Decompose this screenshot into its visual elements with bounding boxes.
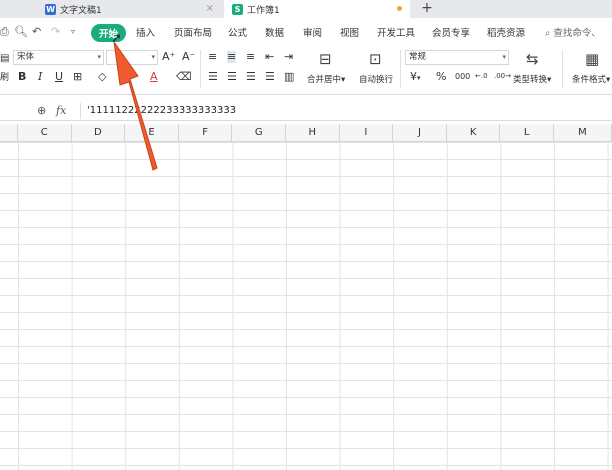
decrease-decimal-icon[interactable]: .00→ (494, 70, 511, 82)
borders-icon[interactable]: ⊞ (73, 71, 82, 83)
menu-data[interactable]: 数据 (265, 25, 284, 39)
decrease-font-icon[interactable]: A⁻ (182, 51, 195, 63)
menu-review[interactable]: 审阅 (303, 25, 322, 39)
column-header-m[interactable]: M (554, 124, 612, 142)
align-bottom-icon[interactable]: ≡ (246, 51, 255, 63)
ribbon-divider (200, 50, 201, 88)
column-header-l[interactable]: L (500, 124, 554, 142)
currency-button[interactable]: ¥▾ (410, 71, 421, 84)
ribbon-divider (400, 50, 401, 88)
spreadsheet-window: W 文字文稿1 × S 工作簿1 + ⎙ 🔍︎ ↶ ↷ ▿ 开始 插入 页面布局… (0, 0, 612, 470)
distributed-icon[interactable]: ▥ (284, 71, 294, 83)
merge-center-label: 合并居中 (307, 75, 342, 85)
tab-workbook[interactable]: S 工作簿1 (224, 0, 410, 18)
clear-format-icon[interactable]: ⌫ (176, 71, 192, 83)
print-icon[interactable]: ⎙ (0, 26, 9, 37)
align-center-icon[interactable]: ☰ (227, 71, 237, 83)
column-header-d[interactable]: D (71, 124, 126, 142)
type-convert-label: 类型转换 (513, 75, 548, 85)
font-size-select[interactable]: ▾ (106, 50, 158, 65)
formula-input[interactable]: '11111222222233333333333 (80, 103, 612, 119)
column-header-j[interactable]: J (393, 124, 447, 142)
justify-icon[interactable]: ☰ (265, 71, 275, 83)
number-format-value: 常规 (409, 52, 427, 62)
currency-symbol: ¥ (410, 70, 417, 83)
redo-icon[interactable]: ↷ (51, 26, 60, 37)
mouse-pointer-icon: ➚ (111, 31, 122, 46)
menu-insert[interactable]: 插入 (136, 25, 155, 39)
print-preview-icon[interactable]: 🔍︎ (14, 26, 28, 37)
menu-docer[interactable]: 稻壳资源 (487, 25, 525, 39)
new-tab-button[interactable]: + (420, 0, 434, 18)
menu-formulas[interactable]: 公式 (228, 25, 247, 39)
tab-strip: W 文字文稿1 × S 工作簿1 + (0, 0, 612, 18)
menu-bar: ⎙ 🔍︎ ↶ ↷ ▿ 开始 插入 页面布局 公式 数据 审阅 视图 开发工具 会… (0, 18, 612, 45)
merge-center-icon[interactable]: ⊟ (319, 50, 332, 68)
wrap-text-icon[interactable]: ⊡ (369, 50, 382, 68)
chevron-down-icon: ▾ (97, 53, 101, 61)
ribbon-divider (562, 50, 563, 88)
tab-workbook-label: 工作簿1 (247, 5, 280, 16)
column-header-f[interactable]: F (178, 124, 233, 142)
menu-developer[interactable]: 开发工具 (377, 25, 415, 39)
column-header-k[interactable]: K (446, 124, 501, 142)
writer-doc-icon: W (45, 3, 56, 15)
chevron-down-icon: ▾ (151, 53, 155, 61)
search-icon: ⌕ (545, 28, 551, 39)
conditional-format-icon[interactable]: ▦ (585, 50, 599, 68)
merge-center-button[interactable]: 合并居中▾ (307, 73, 345, 85)
fill-color-icon[interactable]: ◈ (123, 71, 131, 83)
command-search[interactable]: ⌕ 查找命令、 (545, 25, 601, 39)
spreadsheet-icon: S (232, 3, 243, 15)
conditional-format-button[interactable]: 条件格式▾ (572, 73, 610, 85)
bold-button[interactable]: B (18, 71, 26, 83)
cell-grid[interactable] (0, 142, 612, 470)
align-right-icon[interactable]: ☰ (246, 71, 256, 83)
tab-document-label: 文字文稿1 (60, 5, 102, 16)
align-middle-icon[interactable]: ≡ (227, 51, 237, 63)
close-tab-icon[interactable]: × (206, 3, 214, 14)
column-header-i[interactable]: I (339, 124, 394, 142)
increase-font-icon[interactable]: A⁺ (162, 51, 175, 63)
shape-icon[interactable]: ◇ (98, 71, 106, 83)
font-name-value: 宋体 (17, 52, 35, 62)
menu-view[interactable]: 视图 (340, 25, 359, 39)
conditional-format-label: 条件格式 (572, 75, 607, 85)
number-format-select[interactable]: 常规 ▾ (405, 50, 509, 65)
menu-member[interactable]: 会员专享 (432, 25, 470, 39)
undo-icon[interactable]: ↶ (32, 26, 41, 37)
wrap-text-button[interactable]: 自动换行 (359, 73, 393, 85)
type-convert-button[interactable]: 类型转换▾ (513, 73, 551, 85)
italic-button[interactable]: I (38, 71, 42, 83)
menu-page-layout[interactable]: 页面布局 (174, 25, 212, 39)
unsaved-dot-icon (397, 6, 402, 11)
type-convert-icon[interactable]: ⇆ (526, 50, 539, 68)
column-header-g[interactable]: G (232, 124, 286, 142)
column-header-h[interactable]: H (286, 124, 340, 142)
thousands-button[interactable]: 000 (455, 71, 470, 83)
search-label: 查找命令、 (553, 28, 601, 39)
align-left-icon[interactable]: ☰ (208, 71, 218, 83)
format-painter-icon[interactable]: 刷 (0, 72, 9, 84)
chevron-down-icon: ▾ (502, 53, 506, 61)
column-header-partial[interactable] (0, 124, 18, 142)
font-color-button[interactable]: A (150, 71, 158, 83)
percent-button[interactable]: % (436, 71, 446, 83)
increase-decimal-icon[interactable]: ←.0 (475, 70, 488, 82)
formula-bar: ⊕ fx '11111222222233333333333 (0, 101, 612, 121)
insert-function-button[interactable]: fx (56, 104, 66, 117)
column-header-e[interactable]: E (125, 124, 179, 142)
customize-toolbar-icon[interactable]: ▿ (71, 26, 75, 37)
font-name-select[interactable]: 宋体 ▾ (13, 50, 104, 65)
ribbon-bottom-border (0, 94, 612, 95)
increase-indent-icon[interactable]: ⇥ (284, 51, 293, 63)
paste-icon[interactable]: ▤ (0, 53, 9, 65)
tab-document[interactable]: W 文字文稿1 × (37, 0, 223, 18)
decrease-indent-icon[interactable]: ⇤ (265, 51, 274, 63)
underline-button[interactable]: U (55, 71, 63, 83)
zoom-formula-icon[interactable]: ⊕ (37, 104, 46, 117)
align-top-icon[interactable]: ≡ (208, 51, 217, 63)
column-header-c[interactable]: C (18, 124, 72, 142)
